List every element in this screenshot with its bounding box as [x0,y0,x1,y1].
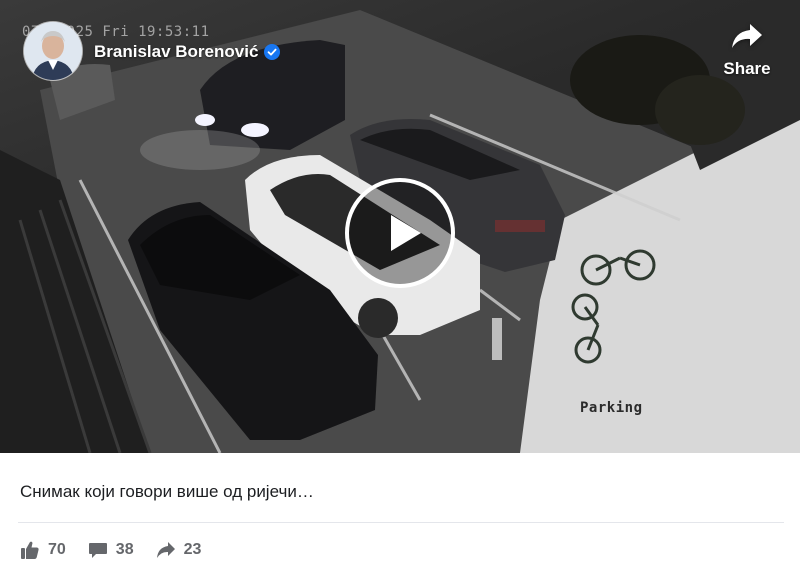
author-name: Branislav Borenović [94,42,259,61]
share-arrow-icon [732,24,762,48]
comment-count: 38 [115,541,134,558]
comment-stat[interactable]: 38 [88,540,134,560]
share-stat[interactable]: 23 [156,541,202,559]
author-avatar[interactable] [24,22,82,80]
share-button[interactable]: Share [718,22,776,79]
post-caption: Снимак који говори више од ријечи… [20,482,314,501]
like-stat[interactable]: 70 [20,540,66,560]
play-button[interactable] [345,178,455,288]
post-stats: 70 38 23 [20,540,201,560]
author-name-link[interactable]: Branislav Borenović [94,42,281,62]
avatar-image [24,22,82,80]
share-count: 23 [183,541,202,558]
like-count: 70 [48,541,66,558]
video-overlay-text: Parking [580,400,643,416]
comment-bubble-icon [88,543,107,558]
play-icon [391,215,421,251]
share-label: Share [723,59,771,78]
divider [18,522,784,523]
thumbs-up-icon [21,541,39,559]
verified-badge-icon [264,44,281,60]
share-arrow-icon [156,542,175,558]
video-player[interactable]: 07- 2025 Fri 19:53:11 Branislav Borenovi… [0,0,800,453]
